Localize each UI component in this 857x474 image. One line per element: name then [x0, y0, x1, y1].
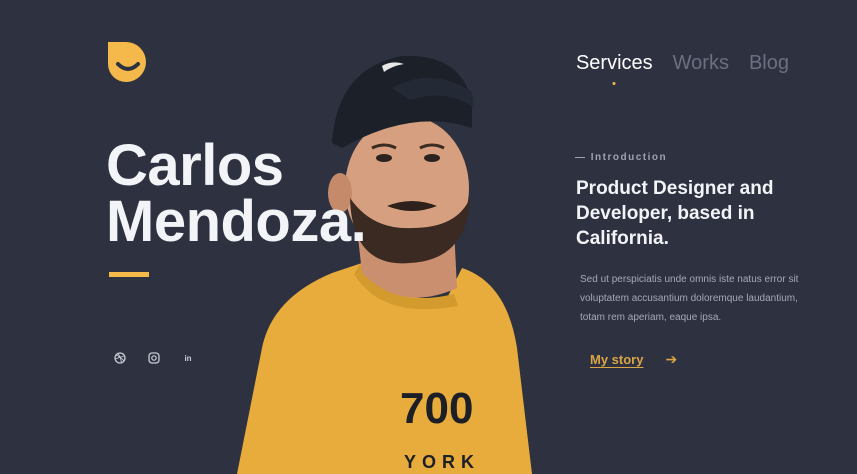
logo-mark-icon[interactable] [108, 42, 150, 84]
portrait-image: 700 YORK [237, 55, 532, 474]
my-story-label: My story [590, 352, 644, 367]
nav-item-label: Works [672, 52, 729, 74]
intro-label: — Introduction [575, 152, 668, 163]
hero-section: Services Works Blog 700 YORK Carlos Mend… [0, 0, 857, 474]
nav-item-label: Blog [748, 52, 789, 74]
intro-headline: Product Designer and Developer, based in… [576, 178, 774, 249]
nav-item-works[interactable]: Works [673, 52, 729, 75]
shirt-print-top: 700 [400, 384, 473, 433]
arrow-right-icon: ➔ [665, 351, 678, 367]
active-indicator-dot [612, 82, 616, 85]
accent-underline [109, 272, 149, 277]
nav-item-blog[interactable]: Blog [749, 52, 789, 75]
nav-item-services[interactable]: Services [575, 52, 653, 85]
instagram-icon[interactable] [146, 350, 162, 366]
my-story-link[interactable]: My story ➔ [590, 351, 677, 368]
shirt-print-bottom: YORK [404, 452, 480, 472]
main-nav: Services Works Blog [575, 52, 789, 85]
dribbble-icon[interactable] [112, 350, 128, 366]
hero-name: Carlos Mendoza. [106, 133, 367, 254]
hero-last-name: Mendoza. [106, 189, 367, 254]
hero-first-name: Carlos [106, 133, 284, 198]
intro-description: Sed ut perspiciatis unde omnis iste natu… [580, 274, 799, 323]
social-links: in [112, 350, 196, 366]
linkedin-icon[interactable]: in [180, 350, 196, 366]
nav-item-label: Services [575, 52, 653, 74]
